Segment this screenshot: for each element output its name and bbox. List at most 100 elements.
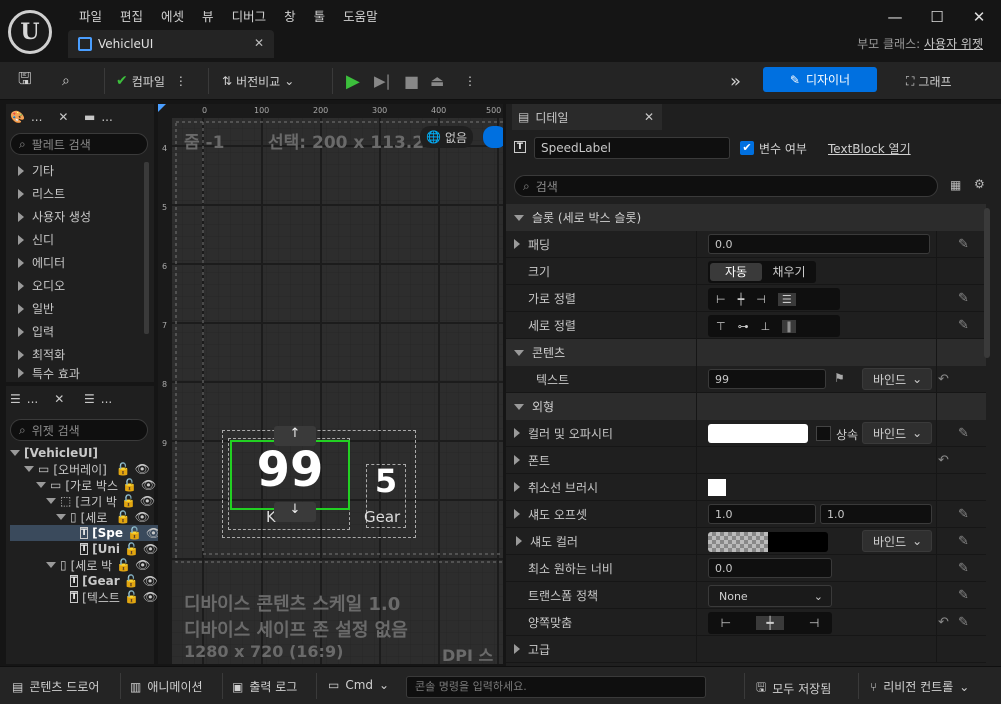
pin-icon[interactable]: ✎: [958, 426, 969, 441]
localize-flag-icon[interactable]: ⚑: [834, 371, 845, 385]
text-value-field[interactable]: 99: [708, 369, 826, 389]
color-bind-dropdown[interactable]: 바인드 ⌄: [862, 422, 932, 444]
tree-item-root[interactable]: [VehicleUI]: [10, 445, 158, 461]
close-tab-icon[interactable]: ✕: [58, 110, 68, 124]
padding-field[interactable]: 0.0: [708, 234, 930, 254]
shadow-offset-x-field[interactable]: 1.0: [708, 504, 816, 524]
palette-category[interactable]: 에디터: [6, 251, 142, 274]
justify-right-icon[interactable]: ⊣: [809, 616, 819, 630]
open-textblock-link[interactable]: TextBlock 열기: [828, 140, 911, 157]
tree-item-sizebox[interactable]: ⬚ [크기 박 🔓 👁: [10, 493, 158, 509]
palette-category[interactable]: 특수 효과: [6, 366, 142, 380]
reset-arrow-icon[interactable]: ↶: [938, 372, 949, 387]
tree-item-gear[interactable]: T [Gear 🔓 👁: [10, 573, 158, 589]
reset-arrow-icon[interactable]: ↶: [938, 453, 949, 468]
shadow-color-swatch[interactable]: [708, 532, 828, 552]
lock-icon[interactable]: 🔓: [124, 574, 139, 588]
expand-arrow-icon[interactable]: [514, 644, 520, 654]
palette-category[interactable]: 최적화: [6, 343, 142, 366]
align-middle-icon[interactable]: ⊶: [738, 320, 749, 333]
unreal-logo-icon[interactable]: U: [8, 10, 52, 54]
advanced-row[interactable]: 고급: [506, 636, 986, 663]
animation-button[interactable]: ▥ 애니메이션: [130, 678, 203, 695]
move-up-arrow-icon[interactable]: ↑: [274, 426, 316, 446]
palette-scrollbar[interactable]: [144, 162, 149, 334]
menu-tools[interactable]: 툴: [305, 4, 335, 27]
palette-category[interactable]: 오디오: [6, 274, 142, 297]
transform-policy-dropdown[interactable]: None ⌄: [708, 585, 832, 607]
visibility-eye-icon[interactable]: 👁: [146, 526, 158, 540]
bind-widgets-tab[interactable]: ☰ ...: [84, 386, 112, 412]
browse-button[interactable]: ⌕: [62, 68, 70, 94]
expand-arrow-icon[interactable]: [514, 239, 520, 249]
expand-modes-button[interactable]: »: [730, 68, 741, 94]
expand-arrow-icon[interactable]: [514, 509, 520, 519]
palette-category[interactable]: 일반: [6, 297, 142, 320]
graph-mode-button[interactable]: ⛶ 그래프: [906, 68, 952, 94]
lock-icon[interactable]: 🔓: [122, 478, 137, 492]
palette-category[interactable]: 신디: [6, 228, 142, 251]
tree-item-vbox[interactable]: ▯ [세로 🔓 👁: [10, 509, 158, 525]
menu-asset[interactable]: 에셋: [152, 4, 193, 27]
lock-icon[interactable]: 🔓: [121, 494, 136, 508]
compile-button[interactable]: ✔ 컴파일 ⋮: [116, 68, 187, 94]
tree-item-overlay[interactable]: ▭ [오버레이] 🔓 👁: [10, 461, 158, 477]
menu-debug[interactable]: 디버그: [223, 4, 276, 27]
lock-icon[interactable]: 🔓: [124, 590, 139, 604]
align-right-icon[interactable]: ⊣: [756, 293, 766, 306]
menu-edit[interactable]: 편집: [111, 4, 152, 27]
output-log-button[interactable]: ▣ 출력 로그: [232, 678, 297, 695]
menu-file[interactable]: 파일: [70, 4, 111, 27]
parent-class-link[interactable]: 사용자 위젯: [924, 37, 983, 51]
appearance-section-header[interactable]: 외형: [506, 393, 986, 420]
visibility-eye-icon[interactable]: 👁: [141, 478, 156, 492]
tree-item-hbox[interactable]: ▭ [가로 박스 🔓 👁: [10, 477, 158, 493]
palette-category[interactable]: 사용자 생성: [6, 205, 142, 228]
expand-arrow-icon[interactable]: [516, 536, 522, 546]
close-window-icon[interactable]: ✕: [967, 8, 991, 26]
size-fill-option[interactable]: 채우기: [764, 263, 814, 281]
pin-icon[interactable]: ✎: [958, 507, 969, 522]
expand-arrow-icon[interactable]: [514, 455, 520, 465]
pin-icon[interactable]: ✎: [958, 534, 969, 549]
widget-name-field[interactable]: SpeedLabel: [534, 137, 730, 159]
content-drawer-button[interactable]: ▤ 콘텐츠 드로어: [12, 678, 99, 695]
menu-view[interactable]: 뷰: [193, 4, 223, 27]
lock-icon[interactable]: 🔓: [127, 526, 142, 540]
expand-arrow-icon[interactable]: [514, 428, 520, 438]
visibility-eye-icon[interactable]: 👁: [143, 590, 158, 604]
align-bottom-icon[interactable]: ⊥: [761, 320, 771, 333]
localization-preview-button[interactable]: 🌐 없음: [420, 126, 474, 148]
speed-text-preview[interactable]: 99: [230, 442, 350, 498]
align-fill-icon[interactable]: ☰: [777, 292, 796, 306]
slot-section-header[interactable]: 슬롯 (세로 박스 슬롯): [506, 204, 986, 231]
eject-button[interactable]: ⏏: [430, 68, 444, 94]
play-options-button[interactable]: ⋮: [464, 68, 476, 94]
close-tab-icon[interactable]: ✕: [254, 36, 264, 50]
palette-tab[interactable]: 🎨 ... ✕: [10, 104, 68, 130]
details-search-input[interactable]: ⌕ 검색: [514, 175, 938, 197]
palette-category[interactable]: 리스트: [6, 182, 142, 205]
is-variable-checkbox[interactable]: ✔: [740, 141, 754, 155]
tree-item-text[interactable]: T [텍스트 🔓 👁: [10, 589, 158, 605]
align-left-icon[interactable]: ⊢: [716, 293, 726, 306]
palette-search-input[interactable]: ⌕ 팔레트 검색: [10, 133, 148, 155]
hierarchy-tab[interactable]: ☰ ... ✕: [10, 386, 64, 412]
screen-size-button[interactable]: [483, 126, 503, 148]
visibility-eye-icon[interactable]: 👁: [143, 542, 158, 556]
gear-label-preview[interactable]: Gear: [364, 508, 400, 526]
console-command-input[interactable]: 콘솔 명령을 입력하세요.: [406, 676, 706, 698]
tree-item-speedlabel[interactable]: T [Spe 🔓 👁: [10, 525, 158, 541]
details-tab[interactable]: ▤ 디테일 ✕: [512, 104, 662, 130]
align-vfill-icon[interactable]: ∥: [782, 319, 796, 333]
compile-options-icon[interactable]: ⋮: [175, 74, 187, 88]
size-auto-option[interactable]: 자동: [710, 263, 762, 281]
diff-button[interactable]: ⇅ 버전비교 ⌄: [222, 68, 294, 94]
pin-icon[interactable]: ✎: [958, 615, 969, 630]
pin-icon[interactable]: ✎: [958, 561, 969, 576]
designer-canvas[interactable]: 0 100 200 300 400 500 4 5 6 7 8 9 줌 -1 선…: [158, 104, 503, 664]
shadow-offset-y-field[interactable]: 1.0: [820, 504, 932, 524]
table-view-icon[interactable]: ▦: [950, 178, 961, 192]
details-scrollbar[interactable]: [984, 208, 990, 358]
align-top-icon[interactable]: ⊤: [716, 320, 726, 333]
